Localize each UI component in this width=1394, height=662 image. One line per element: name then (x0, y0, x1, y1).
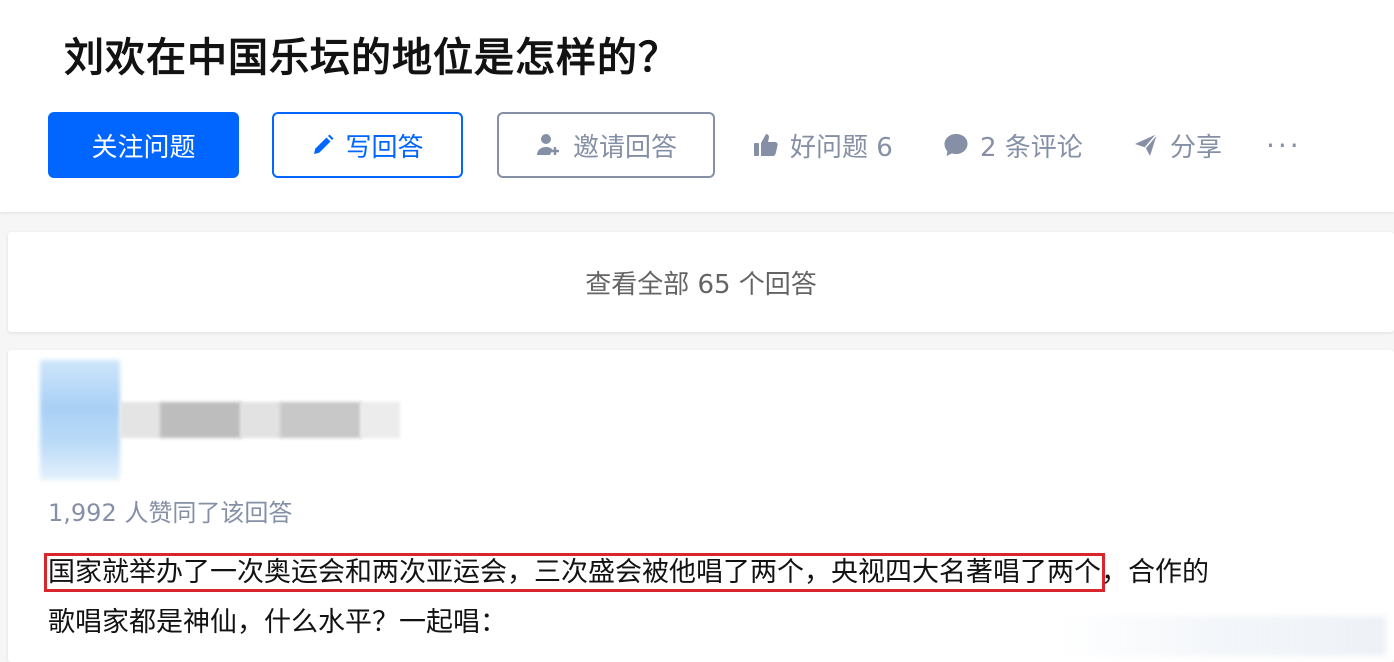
invite-answer-label: 邀请回答 (572, 132, 677, 163)
comments-label: 2 条评论 (980, 132, 1083, 163)
follow-question-label: 关注问题 (91, 132, 196, 163)
view-all-answers-label: 查看全部 65 个回答 (585, 269, 817, 300)
good-question-button[interactable]: 好问题 6 (752, 112, 893, 178)
invite-user-icon (535, 131, 563, 159)
good-question-label: 好问题 6 (790, 132, 893, 163)
answer-line-1-rest: ，合作的 (1101, 557, 1209, 588)
comments-button[interactable]: 2 条评论 (942, 112, 1083, 178)
answer-line-1: 国家就举办了一次奥运会和两次亚运会，三次盛会被他唱了两个，央视四大名著唱了两个，… (44, 548, 1378, 598)
thumbs-up-icon (752, 131, 780, 159)
comment-icon (942, 131, 970, 159)
share-icon (1132, 131, 1160, 159)
question-title: 刘欢在中国乐坛的地位是怎样的？ (64, 35, 679, 81)
vote-count: 1,992 人赞同了该回答 (48, 499, 293, 527)
follow-question-button[interactable]: 关注问题 (48, 112, 239, 178)
invite-answer-button[interactable]: 邀请回答 (497, 112, 715, 178)
author-name-blurred (280, 402, 362, 438)
author-name-blurred (240, 402, 282, 438)
author-name-blurred (160, 402, 242, 438)
avatar[interactable] (40, 360, 120, 480)
question-header: 刘欢在中国乐坛的地位是怎样的？ 关注问题 写回答 邀请回答 好问题 6 2 条评… (0, 0, 1394, 212)
answer-card: 1,992 人赞同了该回答 国家就举办了一次奥运会和两次亚运会，三次盛会被他唱了… (8, 350, 1394, 662)
view-all-answers[interactable]: 查看全部 65 个回答 (8, 232, 1394, 332)
pencil-icon (311, 133, 335, 157)
share-label: 分享 (1170, 132, 1223, 163)
share-button[interactable]: 分享 (1132, 112, 1222, 178)
highlighted-text: 国家就举办了一次奥运会和两次亚运会，三次盛会被他唱了两个，央视四大名著唱了两个 (44, 553, 1105, 592)
author-name-blurred (360, 402, 400, 438)
write-answer-button[interactable]: 写回答 (272, 112, 463, 178)
author-name-blurred (120, 402, 162, 438)
write-answer-label: 写回答 (345, 132, 424, 163)
more-options-button[interactable]: ··· (1266, 112, 1302, 178)
watermark (1056, 616, 1386, 656)
